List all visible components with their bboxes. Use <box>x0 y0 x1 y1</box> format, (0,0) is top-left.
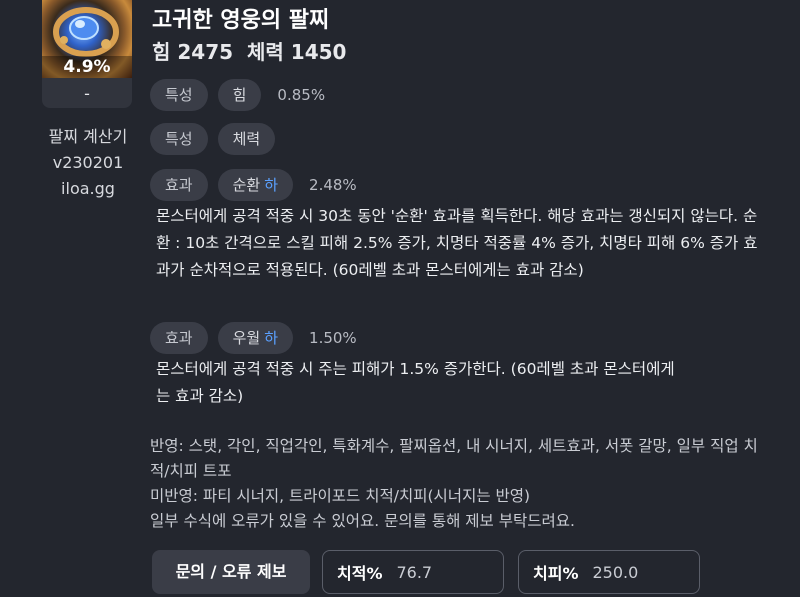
notes: 반영: 스탯, 각인, 직업각인, 특화계수, 팔찌옵션, 내 시너지, 세트효… <box>150 434 770 534</box>
calculator-info: 팔찌 계산기 v230201 iloa.gg <box>38 124 138 202</box>
effect-value: 2.48% <box>309 176 357 194</box>
effect-value: 0.85% <box>277 86 326 104</box>
effect-grade: 하 <box>264 176 279 194</box>
crit-rate-field[interactable]: 치적% 76.7 <box>322 550 504 594</box>
item-stats: 힘 2475 체력 1450 <box>152 36 346 65</box>
effect-name: 힘 <box>232 86 247 104</box>
notes-not-reflected: 미반영: 파티 시너지, 트라이포드 치적/치피(시너지는 반영) <box>150 487 531 505</box>
crit-rate-value: 76.7 <box>396 562 433 582</box>
calculator-version: v230201 <box>52 153 124 172</box>
left-column: 4.9% - 팔찌 계산기 v230201 iloa.gg <box>0 0 140 597</box>
effect-type-pill: 효과 <box>150 322 208 354</box>
effect-type-pill: 특성 <box>150 123 208 155</box>
item-card[interactable]: 4.9% - <box>42 0 132 108</box>
effect-row: 효과 우월 하 1.50% <box>150 321 357 355</box>
effect-row: 특성 힘 0.85% <box>150 78 325 112</box>
effect-type-pill: 효과 <box>150 169 208 201</box>
effect-value: 1.50% <box>309 329 357 347</box>
effect-name-pill[interactable]: 우월 하 <box>217 322 294 354</box>
effect-description: 몬스터에게 공격 적중 시 주는 피해가 1.5% 증가한다. (60레벨 초과… <box>156 360 675 405</box>
effect-name-pill[interactable]: 힘 <box>217 79 262 111</box>
crit-dmg-label: 치피% <box>533 564 579 583</box>
effect-name: 우월 <box>232 329 261 347</box>
calculator-name: 팔찌 계산기 <box>48 127 128 146</box>
stat-str: 힘 2475 <box>152 40 234 64</box>
notes-error-notice: 일부 수식에 오류가 있을 수 있어요. 문의를 통해 제보 부탁드려요. <box>150 512 575 530</box>
effect-row: 효과 순환 하 2.48% <box>150 168 357 202</box>
effect-description: 몬스터에게 공격 적중 시 30초 동안 '순환' 효과를 획득한다. 해당 효… <box>156 207 758 279</box>
notes-reflected: 반영: 스탯, 각인, 직업각인, 특화계수, 팔찌옵션, 내 시너지, 세트효… <box>150 437 758 480</box>
stat-hp: 체력 1450 <box>247 40 347 64</box>
report-button[interactable]: 문의 / 오류 제보 <box>152 550 310 594</box>
effect-name: 체력 <box>232 130 261 148</box>
item-title: 고귀한 영웅의 팔찌 <box>152 8 330 33</box>
crit-dmg-field[interactable]: 치피% 250.0 <box>518 550 700 594</box>
crit-dmg-value: 250.0 <box>592 562 639 582</box>
effect-name-pill[interactable]: 순환 하 <box>217 169 294 201</box>
effect-type-pill: 특성 <box>150 79 208 111</box>
effect-row: 특성 체력 <box>150 122 285 156</box>
item-dash: - <box>84 84 90 103</box>
effect-name-pill[interactable]: 체력 <box>217 123 276 155</box>
crit-rate-label: 치적% <box>337 564 383 583</box>
calculator-site: iloa.gg <box>61 179 115 198</box>
effect-grade: 하 <box>264 329 279 347</box>
effect-name: 순환 <box>232 176 261 194</box>
item-percent: 4.9% <box>42 56 132 78</box>
